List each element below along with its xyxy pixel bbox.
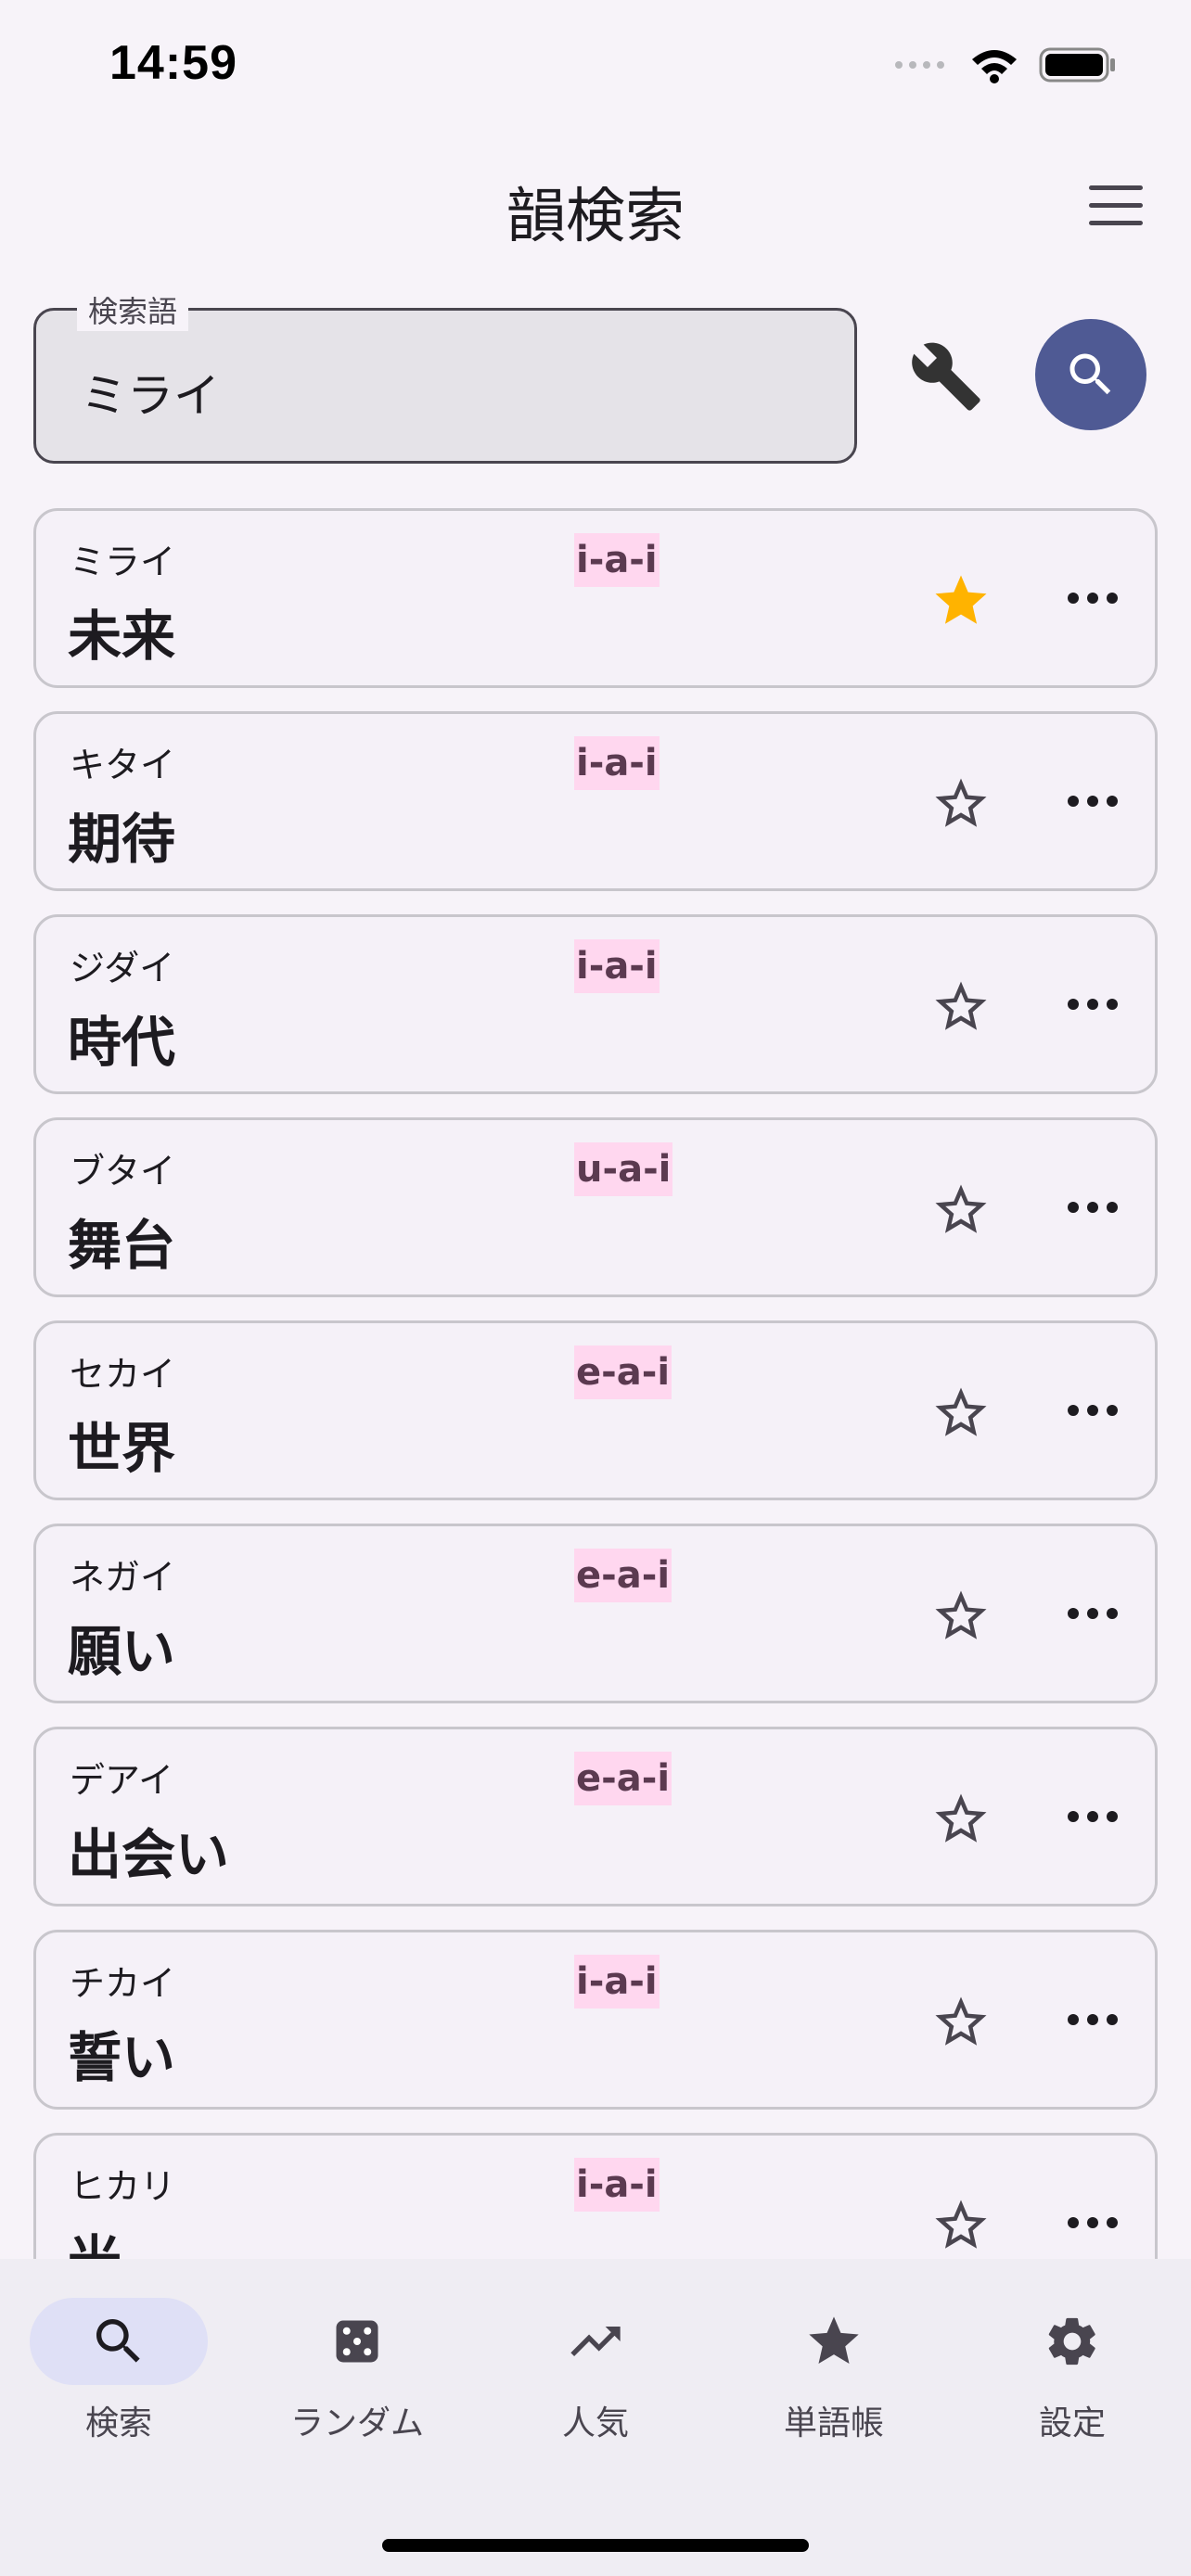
status-icons — [894, 46, 1117, 83]
reading-text: ブタイ — [70, 1151, 176, 1192]
nav-active-indicator — [30, 2298, 208, 2385]
vowel-pattern: i-a-i — [574, 1955, 660, 2009]
vowel-pattern: e-a-i — [574, 1752, 672, 1805]
star-outline-icon[interactable] — [930, 976, 992, 1038]
more-button[interactable] — [1068, 1608, 1118, 1623]
reading-text: ミライ — [70, 542, 176, 582]
list-item[interactable]: ミライ 未来 i-a-i — [33, 508, 1158, 688]
nav-label: ランダム — [289, 2404, 424, 2442]
nav-item-wordbook[interactable]: 単語帳 — [732, 2298, 936, 2444]
menu-icon — [1089, 185, 1143, 190]
search-icon — [1069, 353, 1111, 395]
more-button[interactable] — [1068, 593, 1118, 607]
tools-button[interactable] — [909, 339, 983, 414]
star-outline-icon[interactable] — [930, 1789, 992, 1850]
battery-icon — [1039, 47, 1115, 83]
nav-item-popular[interactable]: 人気 — [493, 2298, 698, 2444]
nav-label: 人気 — [561, 2404, 629, 2442]
result-list[interactable]: ミライ 未来 i-a-i キタイ 期待 i-a-i ジダイ 時代 i-a-i ブ… — [33, 508, 1158, 2259]
word-text: 願い — [68, 1620, 176, 1683]
star-outline-icon[interactable] — [930, 1180, 992, 1241]
list-item[interactable]: キタイ 期待 i-a-i — [33, 711, 1158, 891]
reading-text: セカイ — [70, 1354, 176, 1395]
vowel-pattern: u-a-i — [574, 1142, 673, 1196]
word-text: 誓い — [68, 2026, 176, 2089]
list-item[interactable]: ヒカリ 光 i-a-i — [33, 2133, 1158, 2259]
star-icon — [809, 2316, 859, 2364]
signal-icon — [895, 61, 944, 69]
word-text: 舞台 — [68, 1214, 176, 1277]
list-item[interactable]: ネガイ 願い e-a-i — [33, 1524, 1158, 1703]
word-text: 未来 — [68, 605, 176, 668]
bottom-nav: 検索 ランダム 人気 単語帳 設定 — [0, 2259, 1191, 2576]
search-label: 検索語 — [77, 288, 189, 331]
wrench-icon — [912, 342, 980, 411]
star-outline-icon[interactable] — [930, 1383, 992, 1444]
reading-text: ヒカリ — [70, 2166, 176, 2207]
screen: 14:59 韻検索 検索語 ミライ ミライ 未来 i-a-i キタイ 期待 i-… — [0, 0, 1191, 2576]
vowel-pattern: i-a-i — [574, 736, 660, 790]
list-item[interactable]: セカイ 世界 e-a-i — [33, 1320, 1158, 1500]
list-item[interactable]: デアイ 出会い e-a-i — [33, 1727, 1158, 1906]
more-button[interactable] — [1068, 1811, 1118, 1826]
search-button[interactable] — [1035, 319, 1146, 430]
status-time: 14:59 — [109, 36, 237, 90]
search-value: ミライ — [81, 369, 220, 423]
word-text: 光 — [68, 2217, 122, 2259]
nav-label: 設定 — [1038, 2404, 1106, 2442]
list-item[interactable]: チカイ 誓い i-a-i — [33, 1930, 1158, 2110]
vowel-pattern: i-a-i — [574, 2158, 660, 2212]
vowel-pattern: i-a-i — [574, 533, 660, 587]
reading-text: ジダイ — [70, 948, 175, 988]
more-button[interactable] — [1068, 999, 1118, 1014]
list-item[interactable]: ジダイ 時代 i-a-i — [33, 914, 1158, 1094]
menu-button[interactable] — [1089, 185, 1143, 230]
star-filled-icon[interactable] — [930, 570, 992, 631]
vowel-pattern: e-a-i — [574, 1549, 672, 1602]
search-icon — [96, 2319, 140, 2363]
reading-text: チカイ — [70, 1963, 176, 2004]
star-outline-icon[interactable] — [930, 1992, 992, 2053]
dice-icon — [336, 2320, 378, 2363]
star-outline-icon[interactable] — [930, 2195, 992, 2256]
word-text: 時代 — [68, 1011, 176, 1074]
more-button[interactable] — [1068, 2014, 1118, 2029]
nav-item-random[interactable]: ランダム — [255, 2298, 459, 2444]
page-title: 韻検索 — [506, 183, 685, 251]
nav-label: 検索 — [84, 2404, 152, 2442]
home-indicator[interactable] — [382, 2539, 809, 2552]
more-button[interactable] — [1068, 1405, 1118, 1420]
wifi-icon — [972, 50, 1017, 83]
more-button[interactable] — [1068, 1202, 1118, 1217]
more-button[interactable] — [1068, 2217, 1118, 2232]
star-outline-icon[interactable] — [930, 773, 992, 835]
list-item[interactable]: ブタイ 舞台 u-a-i — [33, 1117, 1158, 1297]
star-outline-icon[interactable] — [930, 1586, 992, 1647]
nav-item-settings[interactable]: 設定 — [970, 2298, 1174, 2444]
reading-text: キタイ — [70, 745, 176, 785]
nav-item-search[interactable]: 検索 — [17, 2298, 221, 2444]
word-text: 期待 — [68, 808, 176, 871]
word-text: 出会い — [68, 1823, 230, 1886]
gear-icon — [1048, 2317, 1095, 2366]
vowel-pattern: e-a-i — [574, 1345, 672, 1399]
nav-label: 単語帳 — [783, 2404, 884, 2442]
trending-up-icon — [570, 2327, 621, 2356]
word-text: 世界 — [68, 1417, 176, 1480]
search-input[interactable]: 検索語 ミライ — [33, 288, 857, 464]
more-button[interactable] — [1068, 796, 1118, 810]
reading-text: デアイ — [70, 1760, 174, 1801]
vowel-pattern: i-a-i — [574, 939, 660, 993]
reading-text: ネガイ — [70, 1557, 176, 1598]
